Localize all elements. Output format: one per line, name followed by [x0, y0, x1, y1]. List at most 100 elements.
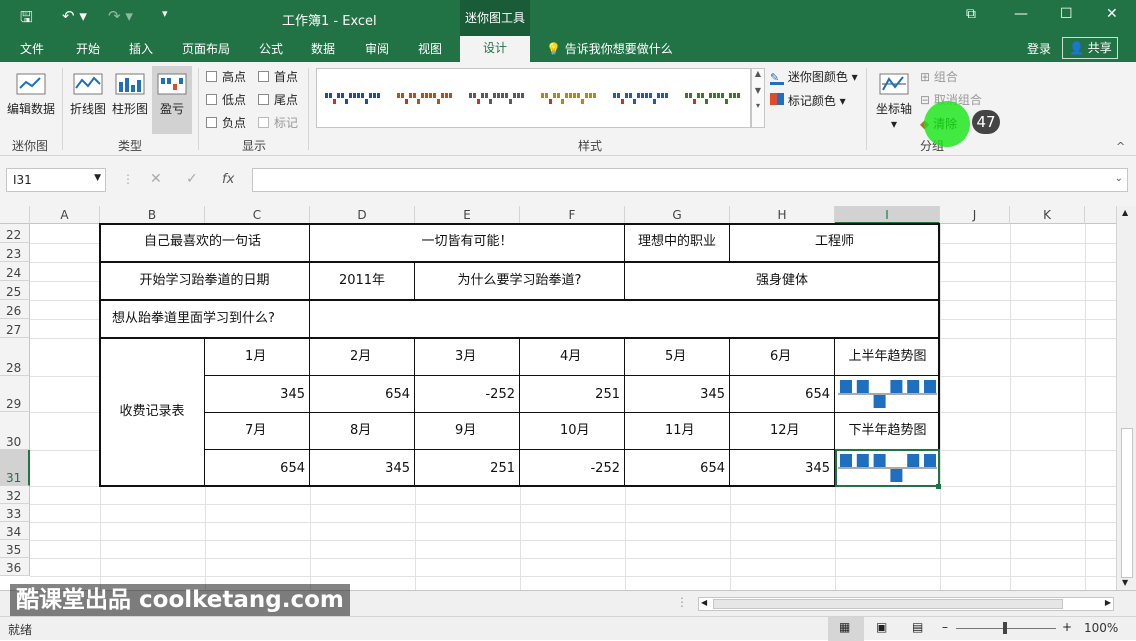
cancel-icon[interactable]: ✕ — [150, 171, 162, 187]
cell-h1-trend-label[interactable]: 上半年趋势图 — [836, 338, 939, 376]
cell-job-value[interactable]: 工程师 — [730, 223, 939, 261]
last-point-checkbox[interactable]: 尾点 — [258, 91, 298, 108]
share-button[interactable]: 👤 共享 — [1062, 37, 1118, 59]
negative-point-checkbox[interactable]: 负点 — [206, 114, 246, 131]
collapse-ribbon-icon[interactable]: ^ — [1116, 140, 1125, 153]
column-type-button[interactable]: 柱形图 — [110, 70, 150, 117]
tab-home[interactable]: 开始 — [76, 40, 100, 57]
column-header-i[interactable]: I — [835, 206, 940, 224]
row-header-22[interactable]: 22 — [0, 224, 30, 243]
zoom-out-icon[interactable]: – — [942, 620, 948, 634]
cell-h2-value[interactable]: -252 — [520, 451, 623, 487]
scroll-right-icon[interactable]: ▶ — [1105, 598, 1111, 607]
normal-view-button[interactable]: ▦ — [828, 617, 864, 641]
cell-h1-month[interactable]: 1月 — [205, 339, 308, 375]
cell-why-value[interactable]: 强身健体 — [625, 262, 939, 300]
cell-why-label[interactable]: 为什么要学习跆拳道? — [415, 262, 624, 300]
column-header-j[interactable]: J — [940, 206, 1010, 224]
vertical-scroll-thumb[interactable] — [1121, 428, 1133, 578]
zoom-level[interactable]: 100% — [1084, 621, 1118, 635]
cell-h2-value[interactable]: 345 — [310, 451, 413, 487]
column-header-c[interactable]: C — [205, 206, 310, 224]
column-header-g[interactable]: G — [625, 206, 730, 224]
cell-h1-value[interactable]: 251 — [520, 377, 623, 413]
cell-h2-value[interactable]: 345 — [730, 451, 833, 487]
tab-file[interactable]: 文件 — [20, 40, 44, 57]
row-header-32[interactable]: 32 — [0, 486, 30, 504]
row-header-35[interactable]: 35 — [0, 540, 30, 558]
worksheet-grid[interactable]: ABCDEFGHIJK 22 23 24 25 26 27 28 29 30 31 32 33 34 35… — [0, 206, 1116, 590]
save-icon[interactable]: 🖫 — [20, 7, 33, 32]
tab-design[interactable]: 设计 — [460, 36, 530, 62]
low-point-checkbox[interactable]: 低点 — [206, 91, 246, 108]
tab-page-layout[interactable]: 页面布局 — [182, 40, 230, 57]
close-icon[interactable]: ✕ — [1106, 6, 1118, 22]
redo-icon[interactable]: ↷ ▾ — [108, 7, 133, 25]
column-header-d[interactable]: D — [310, 206, 415, 224]
horizontal-scrollbar[interactable]: ◀ ▶ — [698, 597, 1114, 611]
page-break-view-icon[interactable]: ▤ — [912, 620, 923, 634]
cell-h1-value[interactable]: -252 — [415, 377, 518, 413]
fill-handle[interactable] — [936, 484, 941, 489]
page-layout-view-icon[interactable]: ▣ — [876, 620, 887, 634]
gallery-scroll[interactable]: ▲ ▼ ▾ — [751, 68, 765, 128]
sparkline-style-option[interactable] — [685, 91, 743, 105]
cell-h2-value[interactable]: 654 — [205, 451, 308, 487]
sparkline-style-option[interactable] — [325, 91, 383, 105]
cell-favorite-label[interactable]: 自己最喜欢的一句话 — [100, 223, 305, 261]
select-all-corner[interactable] — [0, 206, 30, 224]
axis-button[interactable]: 坐标轴 ▾ — [872, 70, 916, 131]
sparkline-style-option[interactable] — [613, 91, 671, 105]
column-header-a[interactable]: A — [30, 206, 100, 224]
tab-insert[interactable]: 插入 — [129, 40, 153, 57]
cell-favorite-value[interactable]: 一切皆有可能！ — [310, 223, 624, 261]
cell-h1-month[interactable]: 5月 — [625, 339, 728, 375]
winloss-type-button[interactable]: 盈亏 — [152, 66, 192, 134]
column-header-b[interactable]: B — [100, 206, 205, 224]
cell-h2-month[interactable]: 12月 — [730, 413, 833, 449]
row-header-34[interactable]: 34 — [0, 522, 30, 540]
sparkline-style-option[interactable] — [397, 91, 455, 105]
column-header-f[interactable]: F — [520, 206, 625, 224]
row-header-24[interactable]: 24 — [0, 262, 30, 281]
row-header-29[interactable]: 29 — [0, 376, 30, 412]
cell-h1-month[interactable]: 4月 — [520, 339, 623, 375]
minimize-icon[interactable]: — — [1014, 6, 1028, 22]
enter-icon[interactable]: ✓ — [186, 171, 198, 187]
cell-h2-trend-label[interactable]: 下半年趋势图 — [836, 412, 939, 450]
ribbon-display-options-icon[interactable]: ⧉ — [966, 6, 976, 22]
cell-h1-month[interactable]: 2月 — [310, 339, 413, 375]
sparkline-style-option[interactable] — [469, 91, 527, 105]
active-cell-i31[interactable] — [835, 449, 940, 487]
cell-h1-value[interactable]: 345 — [205, 377, 308, 413]
row-header-30[interactable]: 30 — [0, 412, 30, 450]
tab-data[interactable]: 数据 — [311, 40, 335, 57]
tab-view[interactable]: 视图 — [418, 40, 442, 57]
cell-start-value[interactable]: 2011年 — [310, 262, 414, 300]
tab-formulas[interactable]: 公式 — [259, 40, 283, 57]
horizontal-scroll-thumb[interactable] — [713, 599, 1063, 609]
cell-h2-value[interactable]: 654 — [625, 451, 728, 487]
column-header-k[interactable]: K — [1010, 206, 1085, 224]
name-box-dropdown-icon[interactable]: ▼ — [94, 173, 101, 183]
row-header-23[interactable]: 23 — [0, 243, 30, 262]
row-header-36[interactable]: 36 — [0, 558, 30, 576]
zoom-slider-thumb[interactable] — [1003, 622, 1007, 634]
cell-fee-label[interactable]: 收费记录表 — [100, 338, 204, 486]
scroll-up-icon[interactable]: ▲ — [1122, 208, 1128, 217]
cell-h1-month[interactable]: 3月 — [415, 339, 518, 375]
scroll-left-icon[interactable]: ◀ — [701, 598, 707, 607]
column-header-e[interactable]: E — [415, 206, 520, 224]
cell-h1-value[interactable]: 654 — [730, 377, 833, 413]
name-box[interactable]: I31 ▼ — [6, 168, 106, 192]
cell-job-label[interactable]: 理想中的职业 — [625, 223, 729, 261]
row-header-27[interactable]: 27 — [0, 319, 30, 338]
cell-h2-month[interactable]: 11月 — [625, 413, 728, 449]
zoom-in-icon[interactable]: + — [1062, 620, 1072, 634]
markers-checkbox[interactable]: 标记 — [258, 114, 298, 131]
cell-h2-month[interactable]: 8月 — [310, 413, 413, 449]
login-link[interactable]: 登录 — [1027, 40, 1051, 57]
tell-me-search[interactable]: 💡 告诉我你想要做什么 — [546, 40, 673, 57]
row-header-26[interactable]: 26 — [0, 300, 30, 319]
cell-h2-month[interactable]: 9月 — [415, 413, 518, 449]
